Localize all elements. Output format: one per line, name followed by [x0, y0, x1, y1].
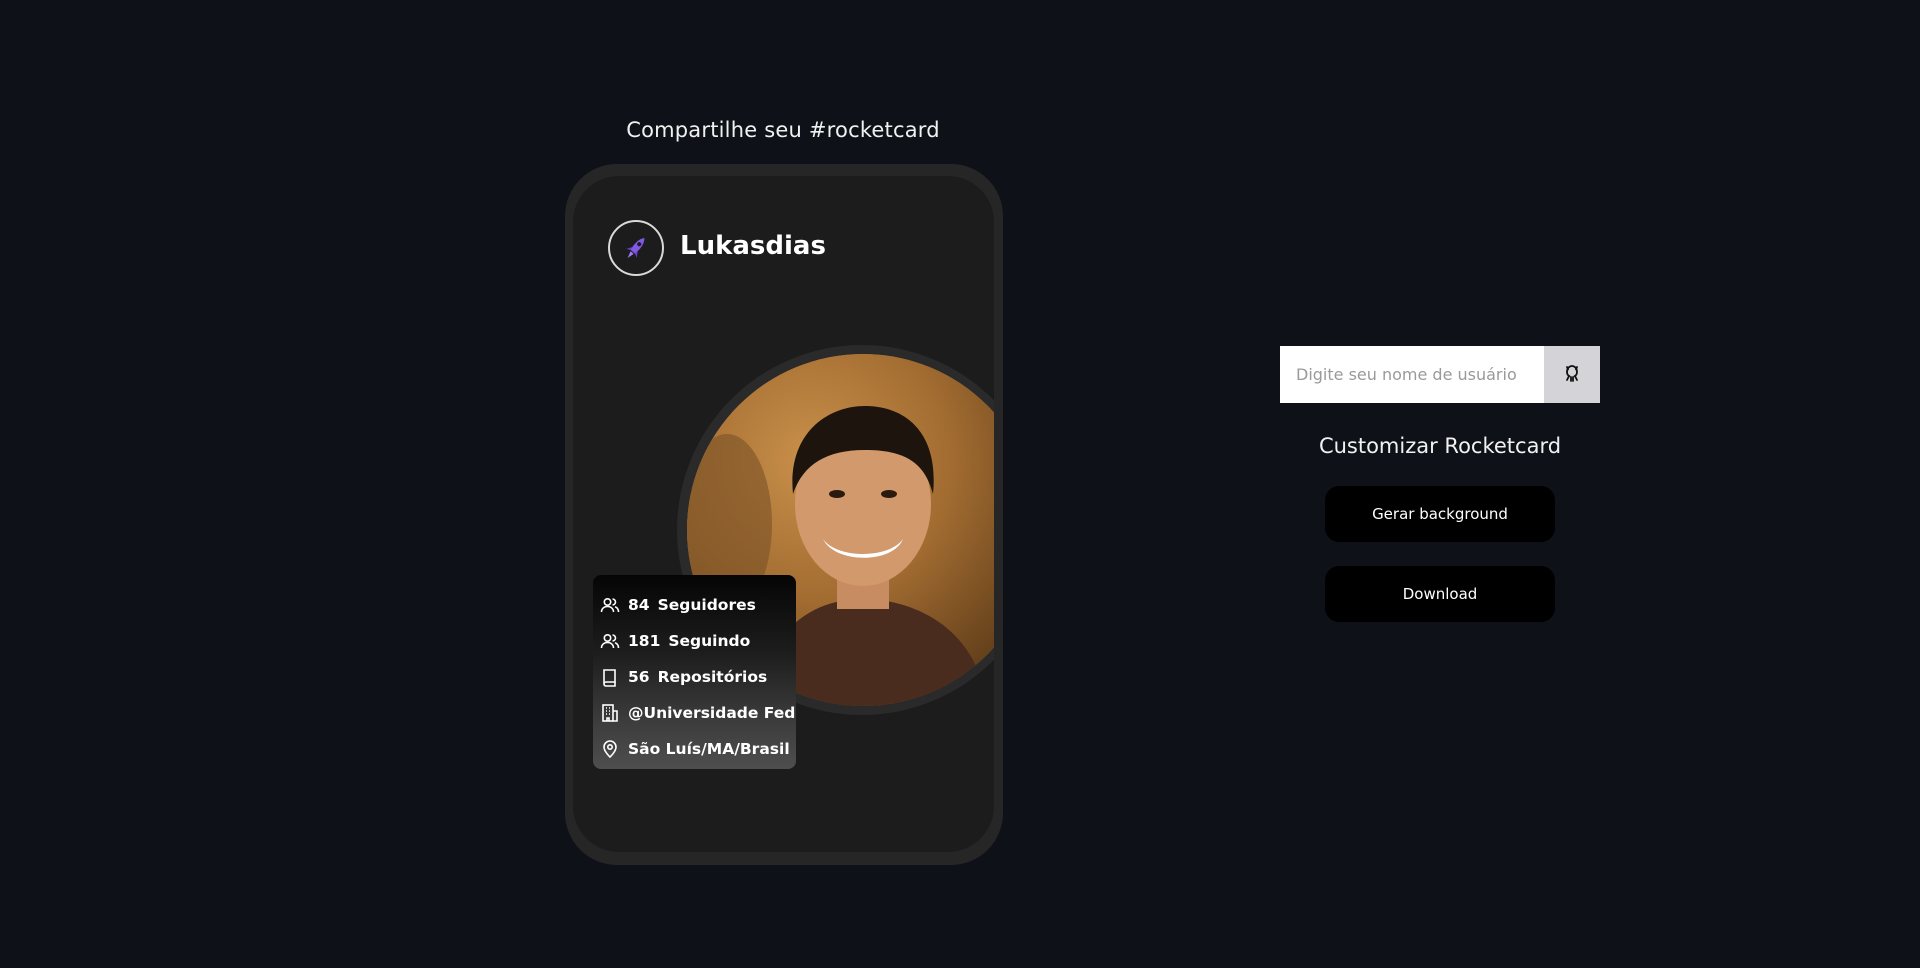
users-icon	[600, 631, 620, 651]
share-title: Compartilhe seu #rocketcard	[626, 118, 940, 142]
stat-label: Seguindo	[668, 632, 751, 650]
stat-label: Seguidores	[657, 596, 756, 614]
stat-repositories: 56 Repositórios	[593, 659, 796, 695]
download-button[interactable]: Download	[1325, 566, 1555, 622]
generate-background-button[interactable]: Gerar background	[1325, 486, 1555, 542]
customize-title: Customizar Rocketcard	[1318, 434, 1562, 458]
card-username: Lukasdias	[680, 231, 826, 261]
users-icon	[600, 595, 620, 615]
location-pin-icon	[600, 739, 620, 759]
rocket-logo-icon	[608, 220, 664, 276]
building-icon	[600, 703, 620, 723]
stat-label: São Luís/MA/Brasil	[628, 740, 790, 758]
stat-value: 84	[628, 596, 650, 614]
rocketcard: Lukasdias 84 Seguidores 181 Seguindo 56 …	[565, 164, 1003, 865]
stat-following: 181 Seguindo	[593, 623, 796, 659]
username-input[interactable]	[1280, 346, 1544, 403]
repo-icon	[600, 667, 620, 687]
stat-location: São Luís/MA/Brasil	[593, 731, 796, 767]
username-search	[1280, 346, 1600, 403]
search-button[interactable]	[1544, 346, 1600, 403]
github-octocat-icon	[1561, 362, 1583, 388]
stat-followers: 84 Seguidores	[593, 587, 796, 623]
stat-value: 181	[628, 632, 661, 650]
rocketcard-body: Lukasdias 84 Seguidores 181 Seguindo 56 …	[573, 176, 994, 852]
stat-label: Repositórios	[657, 668, 768, 686]
stat-company: @Universidade Fed	[593, 695, 796, 731]
stats-panel: 84 Seguidores 181 Seguindo 56 Repositóri…	[593, 575, 796, 769]
stat-label: @Universidade Fed	[628, 704, 796, 722]
stat-value: 56	[628, 668, 650, 686]
